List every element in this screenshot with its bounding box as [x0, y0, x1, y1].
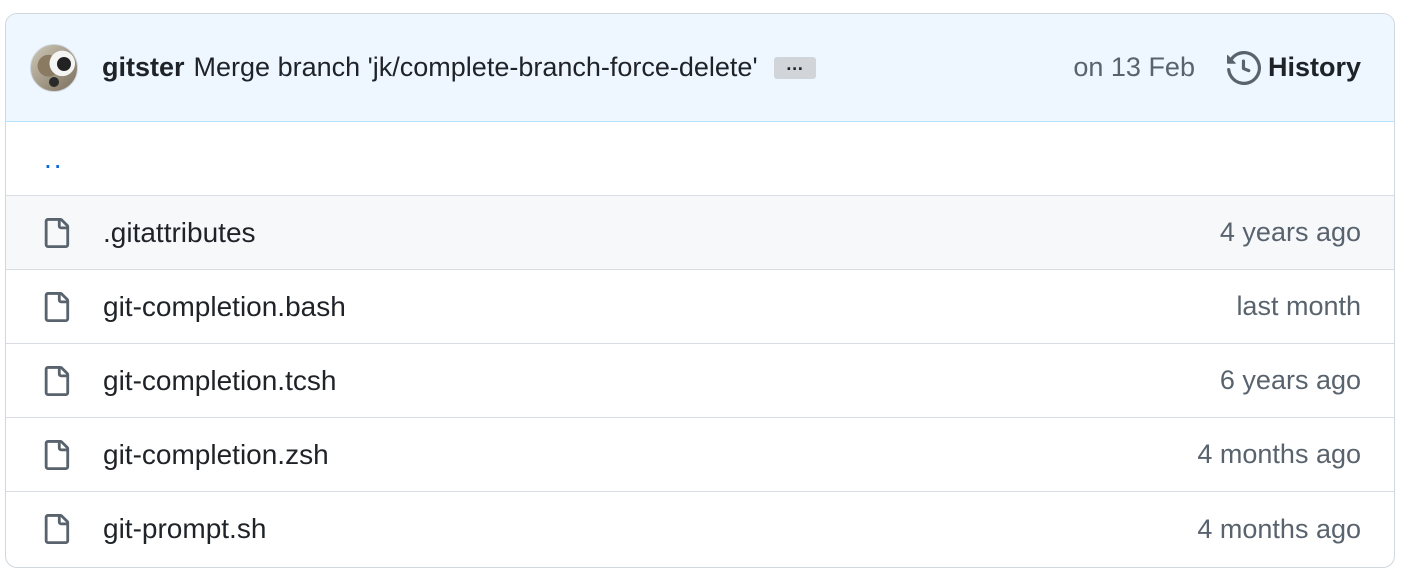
file-row[interactable]: git-completion.zsh 4 months ago [6, 418, 1394, 492]
file-row[interactable]: git-prompt.sh 4 months ago [6, 492, 1394, 566]
commit-date[interactable]: on 13 Feb [1073, 52, 1195, 83]
file-date[interactable]: 4 years ago [1220, 217, 1361, 248]
expand-commit-message-button[interactable]: … [773, 55, 816, 79]
file-name[interactable]: git-prompt.sh [103, 513, 266, 545]
file-name[interactable]: git-completion.tcsh [103, 365, 336, 397]
latest-commit-bar: gitster Merge branch 'jk/complete-branch… [6, 14, 1394, 122]
commit-author[interactable]: gitster [102, 52, 185, 83]
file-date[interactable]: 4 months ago [1197, 514, 1361, 545]
file-date[interactable]: 4 months ago [1197, 439, 1361, 470]
file-row[interactable]: git-completion.tcsh 6 years ago [6, 344, 1394, 418]
history-label: History [1267, 52, 1361, 82]
file-icon [44, 217, 70, 248]
file-icon [44, 291, 70, 322]
commit-message[interactable]: Merge branch 'jk/complete-branch-force-d… [194, 52, 758, 83]
file-icon [44, 439, 70, 470]
history-icon [1226, 50, 1261, 85]
file-name[interactable]: .gitattributes [103, 217, 256, 249]
file-row[interactable]: .gitattributes 4 years ago [6, 196, 1394, 270]
parent-directory-row[interactable]: .. [6, 122, 1394, 196]
file-icon [44, 514, 70, 544]
file-name[interactable]: git-completion.zsh [103, 439, 329, 471]
history-button[interactable]: History [1226, 50, 1361, 85]
avatar[interactable] [30, 43, 78, 92]
parent-directory-link[interactable]: .. [44, 143, 64, 175]
file-row[interactable]: git-completion.bash last month [6, 270, 1394, 344]
file-date[interactable]: 6 years ago [1220, 365, 1361, 396]
file-name[interactable]: git-completion.bash [103, 291, 346, 323]
file-icon [44, 365, 70, 396]
file-date[interactable]: last month [1236, 291, 1361, 322]
file-browser: gitster Merge branch 'jk/complete-branch… [5, 13, 1395, 568]
